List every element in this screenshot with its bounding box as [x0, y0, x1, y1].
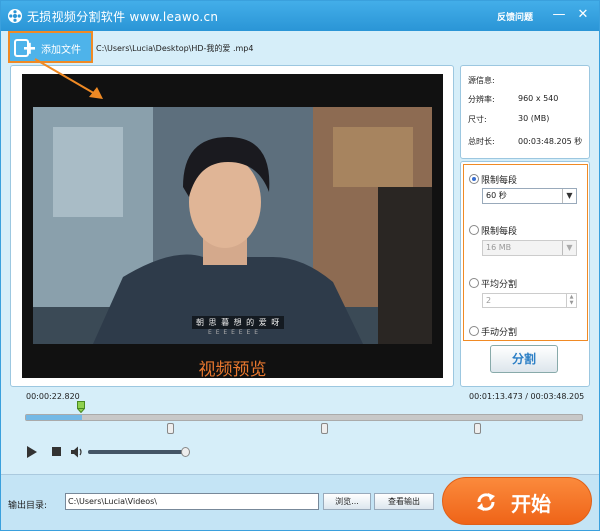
- chevron-down-icon: ▼: [562, 189, 576, 203]
- radio-checked-icon: [469, 174, 479, 184]
- refresh-icon: [477, 493, 495, 511]
- selection-range-time: 00:01:13.473 / 00:03:48.205: [469, 392, 585, 401]
- title-bar[interactable]: 无损视频分割软件 www.leawo.cn 反馈问题 — ✕: [1, 1, 599, 31]
- source-info-panel: 源信息: 分辨率: 960 x 540 尺寸: 30 (MB) 总时长: 00:…: [460, 65, 590, 159]
- chevron-down-icon: ▼: [562, 241, 576, 255]
- size-limit-select[interactable]: 16 MB ▼: [482, 240, 577, 256]
- source-file-path: C:\Users\Lucia\Desktop\HD-我的爱 .mp4: [96, 44, 254, 53]
- split-manually-label: 手动分割: [481, 328, 518, 338]
- split-mode-group: 限制每段 60 秒 ▼ 限制每段 16 MB ▼ 平均分割 2 ▲ ▼ 手动分割: [463, 164, 588, 341]
- stepper-arrows-icon[interactable]: ▲ ▼: [566, 294, 576, 307]
- add-file-label: 添加文件: [41, 45, 81, 56]
- browse-button[interactable]: 浏览...: [323, 493, 371, 510]
- current-time: 00:00:22.820: [26, 392, 80, 401]
- close-button[interactable]: ✕: [575, 7, 591, 23]
- split-by-size-label: 限制每段: [481, 227, 518, 237]
- preview-label: 视频预览: [198, 360, 267, 380]
- film-reel-icon: [8, 9, 22, 23]
- split-marker-icon[interactable]: [474, 423, 481, 434]
- split-marker-icon[interactable]: [321, 423, 328, 434]
- volume-slider[interactable]: [88, 450, 190, 454]
- minimize-button[interactable]: —: [551, 7, 567, 23]
- app-window: 无损视频分割软件 www.leawo.cn 反馈问题 — ✕ 添加文件 C:\U…: [0, 0, 600, 531]
- segment-count-value: 2: [486, 296, 492, 305]
- radio-unchecked-icon: [469, 278, 479, 288]
- play-icon[interactable]: [26, 446, 38, 458]
- size-label: 尺寸:: [468, 115, 487, 124]
- video-preview[interactable]: 朝 思 暮 想 的 爱 呀 E E E E E E E 视频预览: [22, 74, 443, 380]
- split-evenly-radio[interactable]: 平均分割: [469, 277, 517, 290]
- stop-icon[interactable]: [52, 447, 61, 456]
- split-by-time-radio[interactable]: 限制每段: [469, 173, 517, 186]
- split-options-panel: 限制每段 60 秒 ▼ 限制每段 16 MB ▼ 平均分割 2 ▲▼ 手动分割: [460, 161, 590, 387]
- size-limit-value: 16 MB: [486, 243, 512, 252]
- resolution-label: 分辨率:: [468, 95, 495, 104]
- start-button[interactable]: 开始: [442, 477, 592, 525]
- split-manually-radio[interactable]: 手动分割: [469, 325, 517, 338]
- timeline-track[interactable]: [25, 414, 583, 421]
- time-limit-value: 60 秒: [486, 191, 507, 200]
- subtitle-line-1: 朝 思 暮 想 的 爱 呀: [192, 316, 285, 329]
- radio-unchecked-icon: [469, 326, 479, 336]
- split-button[interactable]: 分割: [490, 345, 558, 373]
- volume-icon[interactable]: [71, 446, 84, 458]
- radio-unchecked-icon: [469, 225, 479, 235]
- volume-knob[interactable]: [181, 447, 190, 457]
- feedback-link[interactable]: 反馈问题: [497, 10, 533, 23]
- split-marker-icon[interactable]: [167, 423, 174, 434]
- timeline-progress: [26, 415, 82, 420]
- window-title: 无损视频分割软件 www.leawo.cn: [27, 10, 219, 24]
- segment-count-stepper[interactable]: 2 ▲ ▼: [482, 293, 577, 308]
- source-info-heading: 源信息:: [468, 76, 495, 85]
- view-output-button[interactable]: 查看输出: [374, 493, 434, 510]
- playhead-handle-icon[interactable]: [77, 401, 85, 413]
- output-directory-input[interactable]: C:\Users\Lucia\Videos\: [65, 493, 319, 510]
- volume-level: [88, 450, 185, 454]
- time-limit-select[interactable]: 60 秒 ▼: [482, 188, 577, 204]
- duration-label: 总时长:: [468, 137, 495, 146]
- preview-panel: 朝 思 暮 想 的 爱 呀 E E E E E E E 视频预览: [10, 65, 454, 387]
- subtitle-line-2: E E E E E E E: [208, 329, 259, 336]
- resolution-value: 960 x 540: [518, 94, 559, 103]
- split-by-time-label: 限制每段: [481, 176, 518, 186]
- output-directory-label: 输出目录:: [8, 501, 48, 511]
- video-frame-image: [33, 107, 432, 344]
- split-by-size-radio[interactable]: 限制每段: [469, 224, 517, 237]
- annotation-arrow-icon: [34, 58, 103, 99]
- add-file-icon: [14, 39, 35, 57]
- split-evenly-label: 平均分割: [481, 280, 518, 290]
- size-value: 30 (MB): [518, 114, 550, 123]
- start-label: 开始: [511, 492, 551, 516]
- duration-value: 00:03:48.205 秒: [518, 137, 583, 146]
